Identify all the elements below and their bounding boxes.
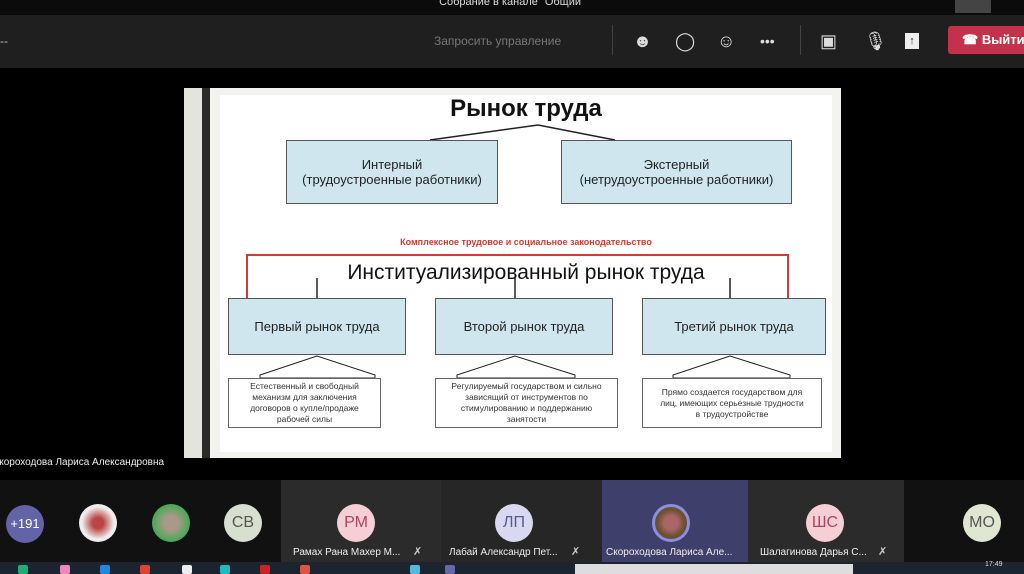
participant-tile-active-speaker[interactable]: Скороходова Лариса Але... — [602, 480, 748, 562]
reactions-icon[interactable]: ☺ — [717, 31, 735, 51]
market-desc-2: Регулируемый государством и сильно завис… — [435, 378, 618, 428]
mic-off-icon: ✗ — [413, 546, 423, 558]
participant-name: Шалагинова Дарья С... — [760, 547, 867, 558]
mic-off-icon: ✗ — [571, 546, 581, 558]
request-control-button[interactable]: Запросить управление — [434, 31, 561, 51]
participant-tile[interactable]: ШС Шалагинова Дарья С... ✗ — [748, 480, 904, 562]
taskbar-teams-icon[interactable] — [445, 565, 455, 574]
taskbar-app-icon[interactable] — [18, 565, 28, 574]
participant-name: Лабай Александр Пет... — [449, 547, 558, 558]
camera-off-icon[interactable]: ▣ — [820, 31, 837, 51]
taskbar-app-icon[interactable] — [220, 565, 230, 574]
leave-label: Выйти — [981, 32, 1024, 47]
chat-icon[interactable]: ◯ — [675, 31, 695, 51]
participants-icon[interactable]: ☻ — [633, 31, 652, 51]
taskbar-app-icon[interactable] — [140, 565, 150, 574]
share-screen-icon[interactable]: ↑ — [905, 33, 919, 49]
market-box-2: Второй рынок труда — [435, 298, 613, 355]
taskbar-search-box[interactable] — [575, 564, 853, 574]
slide-edge — [184, 88, 210, 458]
taskbar-app-icon[interactable] — [300, 565, 310, 574]
market-desc-1: Естественный и свободный механизм для за… — [228, 378, 381, 428]
legislation-label: Комплексное трудовое и социальное законо… — [400, 237, 652, 247]
os-taskbar: 17:49 — [0, 561, 1024, 574]
external-label: Экстерный — [643, 157, 710, 172]
meeting-toolbar: -- Запросить управление ☻ ◯ ☺ ••• ▣ 🎙 ↑ … — [0, 15, 1024, 68]
taskbar-app-icon[interactable] — [410, 565, 420, 574]
participant-avatar-mo[interactable]: МО — [963, 504, 1001, 542]
avatar: ШС — [806, 504, 844, 542]
external-market-box: Экстерный (нетрудоустроенные работники) — [561, 140, 792, 204]
internal-sub: (трудоустроенные работники) — [302, 172, 482, 187]
taskbar-app-icon[interactable] — [60, 565, 70, 574]
participant-avatar-photo[interactable] — [79, 504, 117, 542]
participant-strip: +191 СВ РМ Рамах Рана Махер М... ✗ ЛП Ла… — [0, 480, 1024, 562]
taskbar-app-icon[interactable] — [260, 565, 270, 574]
window-title: Собрание в канале "Общий" — [0, 0, 1024, 15]
avatar: ЛП — [495, 504, 533, 542]
more-participants-badge[interactable]: +191 — [6, 505, 44, 543]
participant-avatar-sv[interactable]: СВ — [224, 504, 262, 542]
market-desc-3: Прямо создается государством для лиц, им… — [642, 378, 822, 428]
institutionalized-title: Институализированный рынок труда — [347, 261, 705, 284]
avatar-photo — [652, 504, 690, 542]
participant-tile[interactable]: РМ Рамах Рана Махер М... ✗ — [281, 480, 441, 562]
presenter-name: Скороходова Лариса Александровна — [0, 457, 165, 468]
external-sub: (нетрудоустроенные работники) — [579, 172, 774, 187]
meeting-timer: -- — [0, 34, 8, 48]
window-control-button[interactable] — [955, 0, 991, 13]
taskbar-app-icon[interactable] — [100, 565, 110, 574]
divider — [612, 25, 613, 55]
internal-label: Интерный — [361, 157, 423, 172]
more-options-icon[interactable]: ••• — [760, 31, 775, 51]
market-box-3: Третий рынок труда — [642, 298, 826, 355]
phone-icon: ☎ — [962, 32, 982, 47]
divider — [800, 25, 801, 55]
avatar: РМ — [337, 504, 375, 542]
slide-title: Рынок труда — [450, 95, 602, 122]
leave-button[interactable]: ☎ Выйти — [948, 26, 1024, 54]
participant-tile[interactable]: ЛП Лабай Александр Пет... ✗ — [441, 480, 602, 562]
taskbar-clock: 17:49 — [985, 561, 1003, 568]
participant-name: Скороходова Лариса Але... — [606, 547, 733, 558]
slide-canvas: Рынок труда Интерный (трудоустроенные раб… — [220, 95, 832, 452]
participant-avatar-photo[interactable] — [152, 504, 190, 542]
mic-off-icon[interactable]: 🎙 — [864, 31, 887, 51]
mic-off-icon: ✗ — [878, 546, 888, 558]
taskbar-app-icon[interactable] — [182, 565, 192, 574]
market-box-1: Первый рынок труда — [228, 298, 406, 355]
participant-name: Рамах Рана Махер М... — [293, 547, 401, 558]
internal-market-box: Интерный (трудоустроенные работники) — [286, 140, 498, 204]
